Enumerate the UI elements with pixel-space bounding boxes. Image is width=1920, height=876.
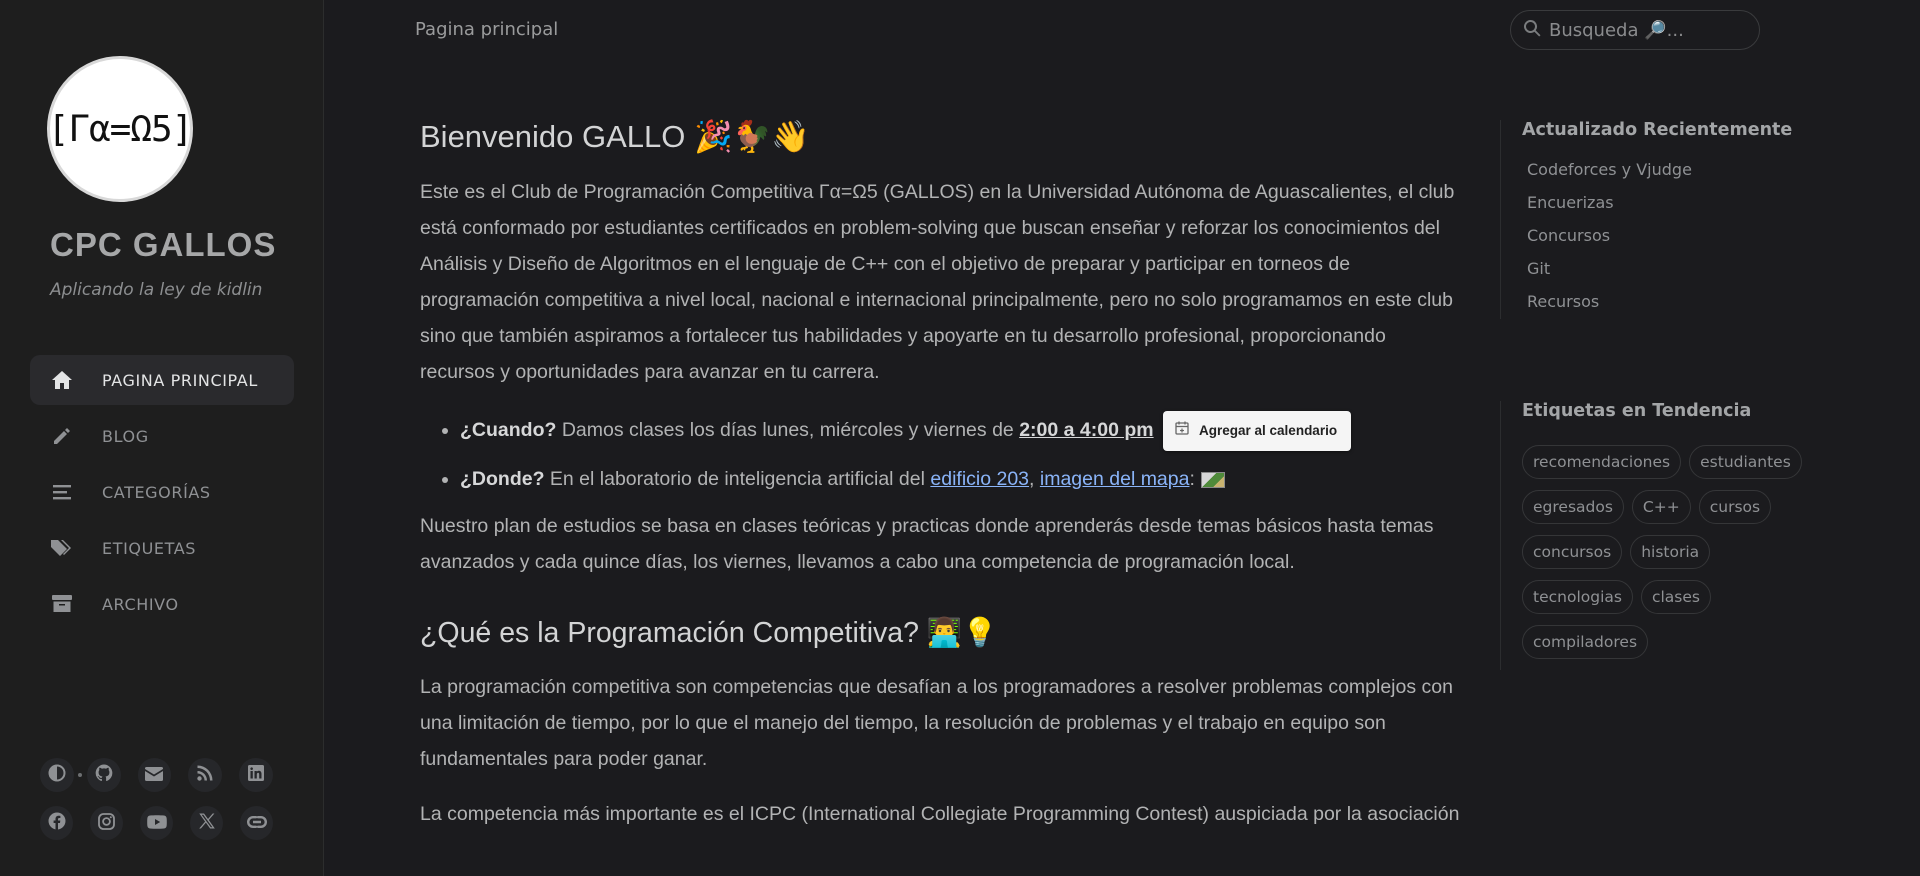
nav-item-archive[interactable]: ARCHIVO: [30, 579, 294, 629]
home-icon: [50, 368, 74, 392]
nav-item-tags[interactable]: ETIQUETAS: [30, 523, 294, 573]
building-link[interactable]: edificio 203: [930, 468, 1029, 490]
topbar: Pagina principal: [325, 0, 1920, 60]
where-text: En el laboratorio de inteligencia artifi…: [544, 468, 931, 490]
recently-updated-list: Codeforces y Vjudge Encuerizas Concursos…: [1522, 160, 1820, 311]
tag[interactable]: tecnologias: [1522, 580, 1633, 614]
list-item-when: ¿Cuando? Damos clases los días lunes, mi…: [460, 410, 1460, 451]
theme-toggle-button[interactable]: [40, 758, 74, 792]
facebook-icon: [48, 812, 66, 834]
nav-label-archive: ARCHIVO: [102, 594, 179, 614]
nav-label-home: PAGINA PRINCIPAL: [102, 370, 258, 390]
facebook-link[interactable]: [40, 806, 73, 840]
tag-cloud: recomendaciones estudiantes egresados C+…: [1522, 445, 1822, 670]
sidebar: [Γα=Ω5] CPC GALLOS Aplicando la ley de k…: [0, 0, 324, 876]
x-twitter-icon: [198, 813, 215, 833]
comma-separator: ,: [1029, 468, 1040, 490]
right-panel: Actualizado Recientemente Codeforces y V…: [1500, 120, 1820, 670]
email-link[interactable]: [137, 758, 172, 792]
social-row-2: [40, 806, 290, 840]
linkedin-link[interactable]: [239, 758, 273, 792]
when-label: ¿Cuando?: [460, 419, 557, 441]
icpc-paragraph: La competencia más importante es el ICPC…: [420, 803, 1460, 825]
recent-item[interactable]: Codeforces y Vjudge: [1522, 160, 1820, 179]
competitive-programming-heading: ¿Qué es la Programación Competitiva? 👨‍💻…: [420, 617, 998, 649]
add-to-calendar-label: Agregar al calendario: [1199, 423, 1338, 439]
info-list: ¿Cuando? Damos clases los días lunes, mi…: [420, 410, 1460, 500]
tag[interactable]: compiladores: [1522, 625, 1649, 659]
nav-label-tags: ETIQUETAS: [102, 538, 197, 558]
map-image-link[interactable]: imagen del mapa: [1040, 468, 1190, 490]
curriculum-paragraph: Nuestro plan de estudios se basa en clas…: [420, 515, 1434, 573]
page: [Γα=Ω5] CPC GALLOS Aplicando la ley de k…: [0, 0, 1920, 876]
github-link[interactable]: [86, 758, 121, 792]
youtube-link[interactable]: [140, 806, 173, 840]
rss-icon: [197, 765, 213, 785]
nav-label-categories: CATEGORÍAS: [102, 482, 211, 502]
competitive-programming-paragraph: La programación competitiva son competen…: [420, 676, 1453, 770]
breadcrumb: Pagina principal: [415, 19, 559, 40]
map-thumbnail-image[interactable]: [1200, 471, 1225, 488]
intro-paragraph: Este es el Club de Programación Competit…: [420, 181, 1455, 383]
recent-item[interactable]: Git: [1522, 259, 1820, 278]
welcome-heading: Bienvenido GALLO 🎉🐓👋: [420, 119, 810, 154]
pencil-icon: [50, 424, 74, 448]
nav-label-blog: BLOG: [102, 426, 149, 446]
nav-item-blog[interactable]: BLOG: [30, 411, 294, 461]
search-box[interactable]: [1510, 10, 1760, 50]
main-content: Bienvenido GALLO 🎉🐓👋 Este es el Club de …: [420, 60, 1460, 832]
archive-icon: [50, 592, 74, 616]
linkedin-icon: [248, 765, 265, 785]
stream-icon: [50, 480, 74, 504]
nav-item-home[interactable]: PAGINA PRINCIPAL: [30, 355, 294, 405]
recent-item[interactable]: Concursos: [1522, 226, 1820, 245]
list-item-where: ¿Donde? En el laboratorio de inteligenci…: [460, 459, 1460, 500]
recent-item[interactable]: Recursos: [1522, 292, 1820, 311]
recently-updated-title: Actualizado Recientemente: [1522, 120, 1793, 140]
tag[interactable]: cursos: [1698, 490, 1772, 524]
tag[interactable]: clases: [1640, 580, 1711, 614]
tag[interactable]: egresados: [1522, 490, 1624, 524]
youtube-icon: [146, 814, 167, 833]
avatar[interactable]: [Γα=Ω5]: [47, 56, 193, 202]
search-icon: [1523, 19, 1541, 41]
instagram-link[interactable]: [90, 806, 123, 840]
tag[interactable]: concursos: [1522, 535, 1623, 569]
theme-toggle-icon: [48, 764, 66, 786]
tag[interactable]: historia: [1630, 535, 1711, 569]
trending-tags-title: Etiquetas en Tendencia: [1522, 401, 1752, 421]
add-to-calendar-button[interactable]: Agregar al calendario: [1163, 410, 1352, 451]
search-input[interactable]: [1549, 19, 1749, 41]
recently-updated: Actualizado Recientemente Codeforces y V…: [1500, 120, 1820, 319]
email-icon: [145, 766, 164, 785]
social-links: [40, 758, 290, 854]
github-icon: [95, 764, 113, 786]
where-label: ¿Donde?: [460, 468, 545, 490]
calendar-icon: [1175, 410, 1199, 451]
social-row-1: [40, 758, 290, 792]
main-nav: PAGINA PRINCIPAL BLOG CATEGORÍAS ETIQUET…: [30, 355, 294, 635]
tag[interactable]: C++: [1631, 490, 1691, 524]
nav-item-categories[interactable]: CATEGORÍAS: [30, 467, 294, 517]
colon-separator: :: [1189, 468, 1195, 490]
tag[interactable]: recomendaciones: [1522, 445, 1682, 479]
trending-tags: Etiquetas en Tendencia recomendaciones e…: [1500, 401, 1820, 670]
site-title[interactable]: CPC GALLOS: [50, 226, 276, 264]
when-text: Damos clases los días lunes, miércoles y…: [556, 419, 1020, 441]
separator-dot: [77, 773, 82, 777]
link-button[interactable]: [240, 806, 273, 840]
recent-item[interactable]: Encuerizas: [1522, 193, 1820, 212]
rss-link[interactable]: [188, 758, 223, 792]
class-time: 2:00 a 4:00 pm: [1019, 419, 1154, 441]
tags-icon: [50, 536, 74, 560]
link-icon: [246, 814, 267, 833]
avatar-text: [Γα=Ω5]: [47, 108, 194, 150]
instagram-icon: [98, 812, 115, 834]
x-twitter-link[interactable]: [190, 806, 223, 840]
tag[interactable]: estudiantes: [1689, 445, 1802, 479]
site-subtitle: Aplicando la ley de kidlin: [50, 280, 263, 300]
